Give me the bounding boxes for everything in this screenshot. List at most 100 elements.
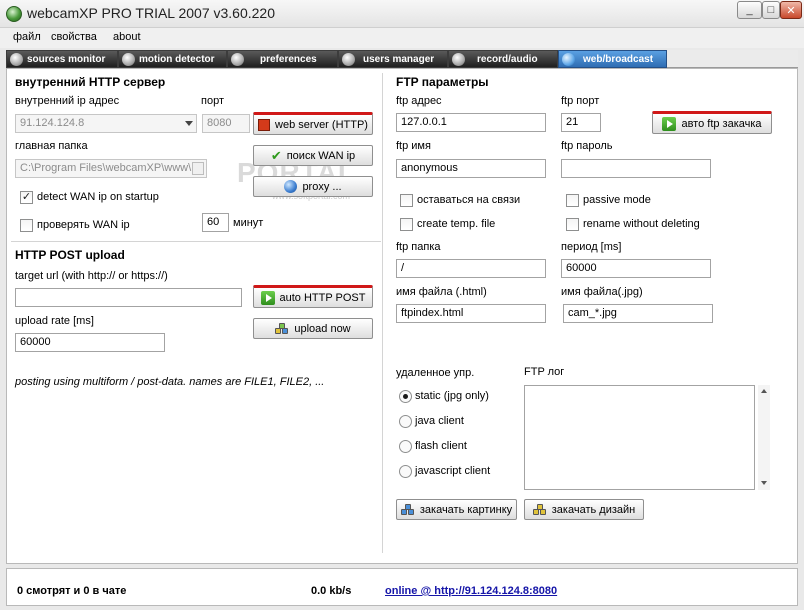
tab-motion-detector[interactable]: motion detector xyxy=(118,50,227,68)
ftp-port-label: ftp порт xyxy=(561,95,600,107)
ftp-port-input[interactable]: 21 xyxy=(561,113,601,132)
port-input[interactable]: 8080 xyxy=(202,114,250,133)
close-button[interactable]: ✕ xyxy=(780,1,802,19)
tab-sources-monitor[interactable]: sources monitor xyxy=(6,50,118,68)
folder-input[interactable]: C:\Program Files\webcamXP\www\ xyxy=(15,159,207,178)
remote-java-radio[interactable] xyxy=(399,415,412,428)
remote-option-label: javascript client xyxy=(415,465,491,477)
check-wan-label: проверять WAN ip xyxy=(37,219,130,231)
tab-label: sources monitor xyxy=(27,53,106,65)
remote-javascript-radio[interactable] xyxy=(399,465,412,478)
remote-option-label: static (jpg only) xyxy=(415,390,489,402)
ftp-log-box[interactable] xyxy=(524,385,755,490)
temp-file-checkbox[interactable] xyxy=(400,218,413,231)
status-bar: 0 смотрят и 0 в чате 0.0 kb/s online @ h… xyxy=(6,568,798,606)
tab-label: record/audio xyxy=(477,53,538,65)
globe-icon xyxy=(562,52,575,66)
ftp-log-scrollbar[interactable] xyxy=(758,385,770,490)
button-label: закачать картинку xyxy=(419,503,513,516)
stay-connected-checkbox[interactable] xyxy=(400,194,413,207)
ftp-user-input[interactable]: anonymous xyxy=(396,159,546,178)
detect-wan-checkbox[interactable]: ✓ xyxy=(20,191,33,204)
html-name-input[interactable]: ftpindex.html xyxy=(396,304,546,323)
tab-record-audio[interactable]: record/audio xyxy=(448,50,558,68)
ftp-password-input[interactable] xyxy=(561,159,711,178)
upload-rate-input[interactable]: 60000 xyxy=(15,333,165,352)
viewers-status: 0 смотрят и 0 в чате xyxy=(17,585,127,597)
minimize-button[interactable]: _ xyxy=(737,1,762,19)
tab-web-broadcast[interactable]: web/broadcast xyxy=(558,50,667,68)
window-title: webcamXP PRO TRIAL 2007 v3.60.220 xyxy=(27,5,275,21)
tab-label: motion detector xyxy=(139,53,215,65)
rename-label: rename without deleting xyxy=(583,218,700,230)
minutes-input[interactable]: 60 xyxy=(202,213,229,232)
menu-properties[interactable]: свойства xyxy=(51,31,97,43)
ftp-password-label: ftp пароль xyxy=(561,140,613,152)
tab-label: preferences xyxy=(260,53,317,65)
remote-static-radio[interactable] xyxy=(399,390,412,403)
section-divider xyxy=(11,241,381,242)
gear-icon xyxy=(231,52,244,66)
temp-file-label: create temp. file xyxy=(417,218,496,230)
web-broadcast-panel: PORTAL www.softportal.com внутренний HTT… xyxy=(6,68,798,564)
detect-wan-label: detect WAN ip on startup xyxy=(37,191,159,203)
post-note: posting using multiform / post-data. nam… xyxy=(15,376,325,388)
app-icon xyxy=(6,6,22,22)
online-link[interactable]: online @ http://91.124.124.8:8080 xyxy=(385,585,557,597)
check-icon: ✔ xyxy=(270,147,282,163)
button-label: web server (HTTP) xyxy=(275,118,368,131)
tab-preferences[interactable]: preferences xyxy=(227,50,338,68)
folder-value: C:\Program Files\webcamXP\www\ xyxy=(20,162,192,174)
auto-ftp-button[interactable]: авто ftp закачка xyxy=(652,111,772,134)
check-wan-checkbox[interactable] xyxy=(20,219,33,232)
menu-file[interactable]: файл xyxy=(13,31,41,43)
passive-mode-checkbox[interactable] xyxy=(566,194,579,207)
ftp-folder-input[interactable]: / xyxy=(396,259,546,278)
jpg-name-input[interactable]: cam_*.jpg xyxy=(563,304,713,323)
tab-label: web/broadcast xyxy=(583,53,654,65)
browse-icon[interactable] xyxy=(192,162,204,175)
web-server-button[interactable]: web server (HTTP) xyxy=(253,112,373,135)
ip-select[interactable]: 91.124.124.8 xyxy=(15,114,197,133)
ftp-folder-label: ftp папка xyxy=(396,241,441,253)
ftp-log-label: FTP лог xyxy=(524,366,565,378)
html-name-label: имя файла (.html) xyxy=(396,286,487,298)
proxy-button[interactable]: proxy ... xyxy=(253,176,373,197)
scroll-down-icon[interactable] xyxy=(761,481,767,485)
rename-checkbox[interactable] xyxy=(566,218,579,231)
camera-icon xyxy=(10,52,23,66)
title-bar: webcamXP PRO TRIAL 2007 v3.60.220 _ □ ✕ xyxy=(0,0,804,28)
server-icon xyxy=(258,118,271,131)
upload-rate-label: upload rate [ms] xyxy=(15,315,94,327)
cubes-icon xyxy=(400,503,415,516)
find-wan-ip-button[interactable]: ✔ поиск WAN ip xyxy=(253,145,373,166)
folder-label: главная папка xyxy=(15,140,88,152)
upload-design-button[interactable]: закачать дизайн xyxy=(524,499,644,520)
remote-control-label: удаленное упр. xyxy=(396,367,475,379)
upload-image-button[interactable]: закачать картинку xyxy=(396,499,517,520)
section-divider xyxy=(382,73,383,553)
maximize-button[interactable]: □ xyxy=(762,1,780,19)
upload-now-button[interactable]: upload now xyxy=(253,318,373,339)
button-label: auto HTTP POST xyxy=(279,291,366,304)
ftp-user-label: ftp имя xyxy=(396,140,431,152)
scroll-up-icon[interactable] xyxy=(761,389,767,393)
button-label: авто ftp закачка xyxy=(681,117,762,130)
ip-label: внутренний ip адрес xyxy=(15,95,120,107)
http-server-heading: внутренний HTTP сервер xyxy=(15,75,166,89)
menu-about[interactable]: about xyxy=(113,31,141,43)
cubes-icon xyxy=(275,322,289,335)
period-input[interactable]: 60000 xyxy=(561,259,711,278)
passive-mode-label: passive mode xyxy=(583,194,651,206)
remote-option-label: java client xyxy=(415,415,464,427)
play-icon xyxy=(260,290,275,305)
remote-flash-radio[interactable] xyxy=(399,440,412,453)
tab-users-manager[interactable]: users manager xyxy=(338,50,448,68)
tab-bar: sources monitor motion detector preferen… xyxy=(6,50,798,68)
auto-http-post-button[interactable]: auto HTTP POST xyxy=(253,285,373,308)
port-label: порт xyxy=(201,95,224,107)
target-url-input[interactable] xyxy=(15,288,242,307)
button-label: proxy ... xyxy=(302,180,342,193)
ftp-address-input[interactable]: 127.0.0.1 xyxy=(396,113,546,132)
button-label: upload now xyxy=(294,322,351,335)
